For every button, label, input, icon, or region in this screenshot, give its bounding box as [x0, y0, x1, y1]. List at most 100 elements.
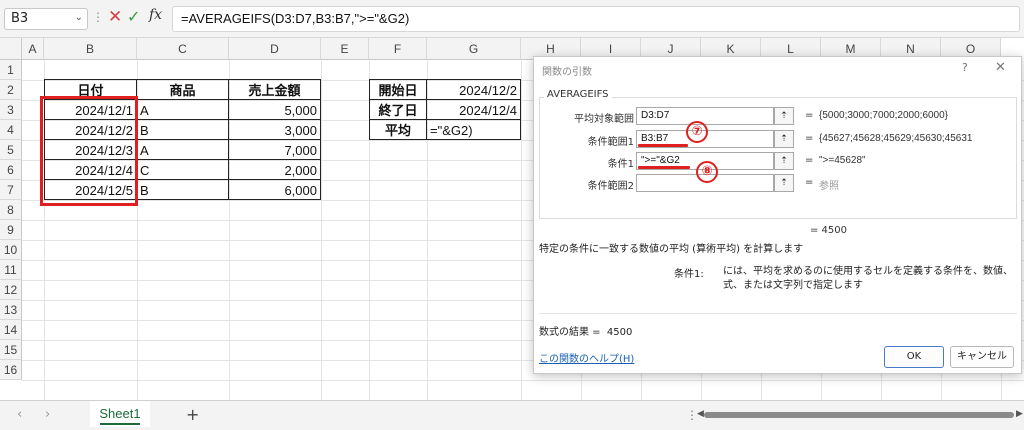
name-box[interactable]: B3 ⌄: [4, 8, 88, 30]
product-cell[interactable]: A: [136, 99, 229, 120]
help-icon[interactable]: ?: [962, 61, 968, 74]
row-header[interactable]: 9: [0, 220, 22, 240]
argument-description-label: 条件1:: [674, 269, 704, 280]
column-header[interactable]: B: [44, 38, 137, 60]
annotation-marker-7: ⑦: [686, 121, 708, 143]
select-all-corner[interactable]: [0, 38, 22, 60]
column-header[interactable]: F: [369, 38, 427, 60]
cancel-button[interactable]: キャンセル: [950, 346, 1014, 368]
arg-result-criteria-range2: 参照: [819, 181, 839, 192]
column-header[interactable]: E: [321, 38, 369, 60]
highlight-box-date-range: [40, 96, 138, 206]
end-date-label[interactable]: 終了日: [369, 99, 427, 120]
column-header[interactable]: D: [229, 38, 321, 60]
sales-cell[interactable]: 3,000: [228, 119, 321, 140]
gridline: [521, 60, 522, 400]
sales-cell[interactable]: 6,000: [228, 179, 321, 200]
formula-input[interactable]: =AVERAGEIFS(D3:D7,B3:B7,">="&G2): [172, 6, 1020, 32]
equals-sign: =: [805, 133, 814, 144]
arg-label-criteria-range1: 条件範囲1: [587, 137, 634, 148]
product-cell[interactable]: C: [136, 159, 229, 180]
row-header[interactable]: 5: [0, 140, 22, 160]
scroll-right-icon[interactable]: ▶: [1016, 409, 1023, 419]
formula-bar: B3 ⌄ ⋮ ✕ ✓ fx =AVERAGEIFS(D3:D7,B3:B7,">…: [0, 0, 1024, 38]
range-select-icon[interactable]: ⇡: [774, 107, 794, 125]
product-cell[interactable]: A: [136, 139, 229, 160]
row-header[interactable]: 7: [0, 180, 22, 200]
arg-label-criteria1: 条件1: [607, 159, 634, 170]
cancel-icon[interactable]: ✕: [108, 7, 122, 27]
product-cell[interactable]: B: [136, 119, 229, 140]
gridline: [22, 380, 1024, 381]
add-sheet-icon[interactable]: +: [186, 405, 199, 424]
product-cell[interactable]: B: [136, 179, 229, 200]
table-header-sales[interactable]: 売上金額: [228, 79, 321, 100]
equals-sign: =: [805, 110, 814, 121]
dialog-title: 関数の引数: [542, 67, 592, 78]
end-date-value[interactable]: 2024/12/4: [426, 99, 521, 120]
start-date-value[interactable]: 2024/12/2: [426, 79, 521, 100]
horizontal-scrollbar[interactable]: [704, 412, 1014, 418]
row-header[interactable]: 8: [0, 200, 22, 220]
sheet-tab-bar: ‹ › Sheet1 + ⋮ ◀ ▶: [0, 400, 1024, 430]
arg-label-criteria-range2: 条件範囲2: [587, 181, 634, 192]
scroll-left-icon[interactable]: ◀: [697, 409, 704, 419]
column-header[interactable]: A: [22, 38, 44, 60]
insert-function-icon[interactable]: fx: [149, 7, 162, 23]
chevron-left-icon[interactable]: ‹: [17, 407, 22, 422]
divider: [539, 313, 1017, 314]
arg-result-average-range: {5000;3000;7000;2000;6000}: [819, 110, 949, 121]
chevron-right-icon[interactable]: ›: [45, 407, 50, 422]
chevron-down-icon[interactable]: ⌄: [75, 12, 83, 23]
gridline: [321, 60, 322, 400]
highlight-underline-criteria-range1: [638, 144, 688, 147]
average-label[interactable]: 平均: [369, 119, 427, 140]
annotation-marker-8: ⑧: [696, 161, 718, 183]
more-options-icon[interactable]: ⋮: [92, 10, 104, 24]
row-header[interactable]: 14: [0, 320, 22, 340]
row-header[interactable]: 10: [0, 240, 22, 260]
arg-result-criteria-range1: {45627;45628;45629;45630;45631: [819, 133, 973, 144]
argument-description-text: には、平均を求めるのに使用するセルを定義する条件を、数値、式、または文字列で指定…: [723, 266, 1013, 291]
start-date-label[interactable]: 開始日: [369, 79, 427, 100]
equals-sign: =: [805, 177, 814, 188]
average-value-cell[interactable]: ="&G2): [426, 119, 521, 140]
sales-cell[interactable]: 7,000: [228, 139, 321, 160]
range-select-icon[interactable]: ⇡: [774, 130, 794, 148]
highlight-underline-criteria1: [638, 166, 690, 169]
equals-sign: =: [805, 155, 814, 166]
row-header[interactable]: 15: [0, 340, 22, 360]
row-header[interactable]: 3: [0, 100, 22, 120]
check-icon[interactable]: ✓: [127, 7, 140, 26]
formula-result: 数式の結果 = 4500: [539, 323, 632, 338]
arg-result-criteria1: ">=45628": [819, 155, 866, 166]
column-header[interactable]: C: [137, 38, 229, 60]
arg-label-average-range: 平均対象範囲: [574, 114, 634, 125]
sales-cell[interactable]: 2,000: [228, 159, 321, 180]
active-tab-indicator: [100, 423, 140, 425]
close-icon[interactable]: ✕: [995, 60, 1006, 75]
table-header-product[interactable]: 商品: [136, 79, 229, 100]
row-header[interactable]: 6: [0, 160, 22, 180]
row-header[interactable]: 4: [0, 120, 22, 140]
range-select-icon[interactable]: ⇡: [774, 152, 794, 170]
row-header[interactable]: 2: [0, 80, 22, 100]
row-header[interactable]: 12: [0, 280, 22, 300]
function-help-link[interactable]: この関数のヘルプ(H): [539, 350, 634, 365]
row-header[interactable]: 1: [0, 60, 22, 80]
row-header[interactable]: 11: [0, 260, 22, 280]
name-box-value: B3: [11, 11, 29, 26]
function-arguments-dialog: 関数の引数 ? ✕ AVERAGEIFS 平均対象範囲 D3:D7 ⇡ = {5…: [533, 56, 1022, 374]
row-header[interactable]: 16: [0, 360, 22, 380]
sales-cell[interactable]: 5,000: [228, 99, 321, 120]
range-select-icon[interactable]: ⇡: [774, 174, 794, 192]
row-header[interactable]: 13: [0, 300, 22, 320]
formula-result-inline: = 4500: [810, 225, 848, 236]
ok-button[interactable]: OK: [884, 346, 944, 368]
formula-result-label: 数式の結果 =: [539, 327, 601, 338]
function-description: 特定の条件に一致する数値の平均 (算術平均) を計算します: [539, 244, 804, 255]
formula-result-value: 4500: [606, 327, 633, 338]
function-name: AVERAGEIFS: [544, 89, 612, 100]
column-header[interactable]: G: [427, 38, 521, 60]
arg-input-average-range[interactable]: D3:D7: [636, 107, 774, 125]
